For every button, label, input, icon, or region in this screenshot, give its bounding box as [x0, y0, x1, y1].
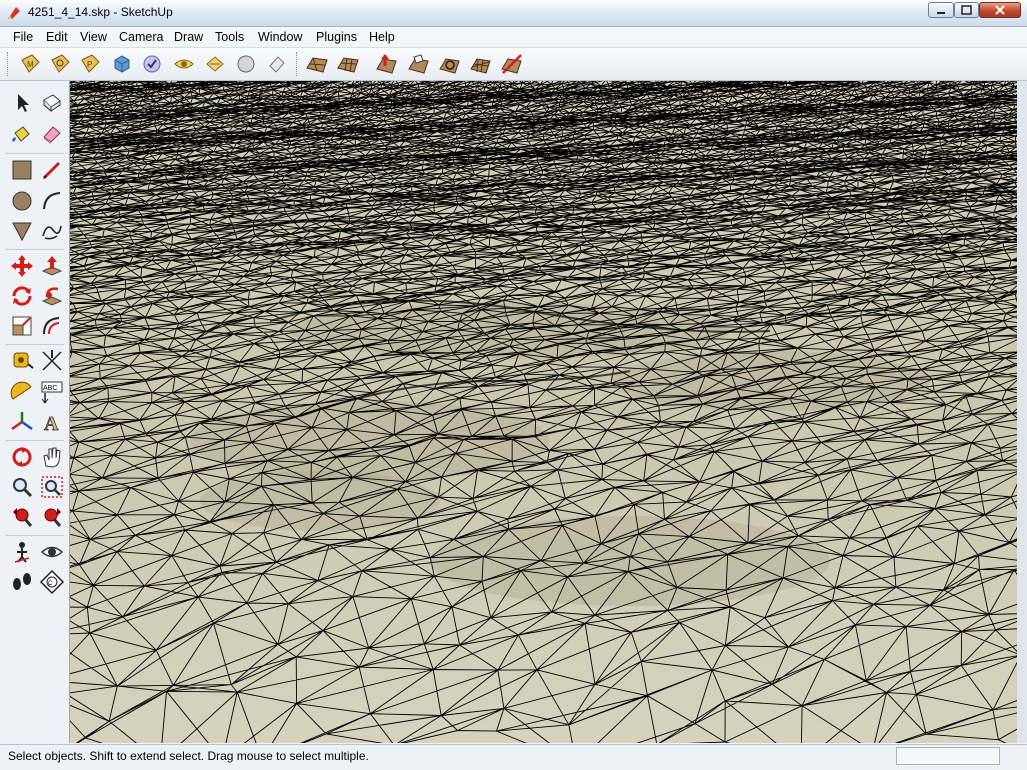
circle-icon[interactable] — [9, 188, 35, 214]
section-plane-icon[interactable]: C — [39, 569, 65, 595]
zoom-icon[interactable] — [9, 474, 35, 500]
tape-measure-icon[interactable] — [9, 348, 35, 374]
explode-icon[interactable] — [203, 52, 227, 76]
tool-palette: ABC A C — [0, 81, 70, 743]
minimize-icon — [937, 12, 945, 14]
sketchup-window: 4251_4_14.skp - SketchUp File Edit View … — [0, 0, 1027, 770]
menu-file[interactable]: File — [13, 30, 33, 44]
minimize-button[interactable] — [928, 2, 954, 18]
push-pull-icon[interactable] — [39, 253, 65, 279]
main-toolbar: M P — [0, 48, 1027, 81]
circle-icon[interactable] — [234, 52, 258, 76]
menu-edit[interactable]: Edit — [46, 30, 68, 44]
paint-bucket-icon[interactable]: P — [78, 52, 102, 76]
follow-me-icon[interactable] — [48, 52, 72, 76]
maximize-icon — [961, 5, 972, 15]
eraser-icon[interactable] — [39, 121, 65, 147]
rectangle-icon[interactable] — [9, 157, 35, 183]
toolbar-grip[interactable] — [296, 52, 300, 76]
protractor-icon[interactable] — [9, 379, 35, 405]
rotate-icon[interactable] — [9, 283, 35, 309]
follow-me-icon[interactable] — [39, 283, 65, 309]
make-component-icon[interactable]: M — [18, 52, 42, 76]
3d-text-icon[interactable]: A — [39, 409, 65, 435]
position-camera-icon[interactable] — [9, 539, 35, 565]
add-detail-icon[interactable] — [468, 52, 492, 76]
tool-separator — [6, 344, 64, 345]
menu-camera[interactable]: Camera — [119, 30, 163, 44]
stamp-icon[interactable] — [406, 52, 430, 76]
text-icon[interactable]: ABC — [39, 379, 65, 405]
orbit-icon[interactable] — [9, 444, 35, 470]
make-component-icon[interactable] — [39, 90, 65, 116]
title-bar[interactable]: 4251_4_14.skp - SketchUp — [0, 0, 1027, 27]
flip-edge-icon[interactable] — [499, 52, 523, 76]
sandbox-from-contours-icon[interactable] — [305, 52, 329, 76]
sphere-check-icon[interactable] — [140, 52, 164, 76]
terrain-mesh[interactable] — [70, 81, 1017, 743]
maximize-button[interactable] — [954, 2, 979, 18]
next-view-icon[interactable] — [39, 504, 65, 530]
paint-bucket-icon[interactable] — [9, 121, 35, 147]
svg-text:P: P — [87, 60, 92, 69]
pan-icon[interactable] — [39, 444, 65, 470]
eraser-shape-icon[interactable] — [265, 52, 289, 76]
svg-text:ABC: ABC — [43, 385, 57, 392]
sketchup-app-icon — [8, 7, 20, 19]
tool-separator — [6, 440, 64, 441]
menu-draw[interactable]: Draw — [174, 30, 203, 44]
scale-icon[interactable] — [9, 313, 35, 339]
menu-view[interactable]: View — [80, 30, 107, 44]
measurements-box[interactable] — [896, 747, 1000, 765]
line-icon[interactable] — [39, 157, 65, 183]
close-button[interactable] — [979, 2, 1021, 18]
select-icon[interactable] — [9, 90, 35, 116]
polygon-icon[interactable] — [9, 218, 35, 244]
status-message: Select objects. Shift to extend select. … — [8, 749, 369, 763]
walk-icon[interactable] — [9, 569, 35, 595]
svg-text:M: M — [27, 60, 34, 69]
close-icon — [995, 5, 1005, 15]
tool-separator — [6, 153, 64, 154]
model-viewport[interactable] — [70, 81, 1017, 743]
tool-separator — [6, 249, 64, 250]
menu-tools[interactable]: Tools — [215, 30, 244, 44]
window-title: 4251_4_14.skp - SketchUp — [28, 5, 173, 19]
dimension-icon[interactable] — [39, 348, 65, 374]
svg-text:C: C — [48, 581, 53, 587]
axes-icon[interactable] — [9, 409, 35, 435]
sandbox-from-scratch-icon[interactable] — [336, 52, 360, 76]
svg-text:A: A — [44, 413, 59, 435]
menu-bar: File Edit View Camera Draw Tools Window … — [0, 27, 1027, 48]
menu-window[interactable]: Window — [258, 30, 302, 44]
hide-icon[interactable] — [172, 52, 196, 76]
smoove-icon[interactable] — [374, 52, 398, 76]
window-right-frame — [1017, 81, 1027, 743]
look-around-icon[interactable] — [39, 539, 65, 565]
previous-view-icon[interactable] — [9, 504, 35, 530]
zoom-window-icon[interactable] — [39, 474, 65, 500]
menu-help[interactable]: Help — [369, 30, 395, 44]
status-bar: Select objects. Shift to extend select. … — [0, 744, 1027, 770]
freehand-icon[interactable] — [39, 218, 65, 244]
arc-icon[interactable] — [39, 188, 65, 214]
drape-icon[interactable] — [437, 52, 461, 76]
menu-plugins[interactable]: Plugins — [316, 30, 357, 44]
tool-separator — [6, 535, 64, 536]
toolbar-grip[interactable] — [7, 52, 11, 76]
offset-icon[interactable] — [39, 313, 65, 339]
move-icon[interactable] — [9, 253, 35, 279]
box-icon[interactable] — [110, 52, 134, 76]
